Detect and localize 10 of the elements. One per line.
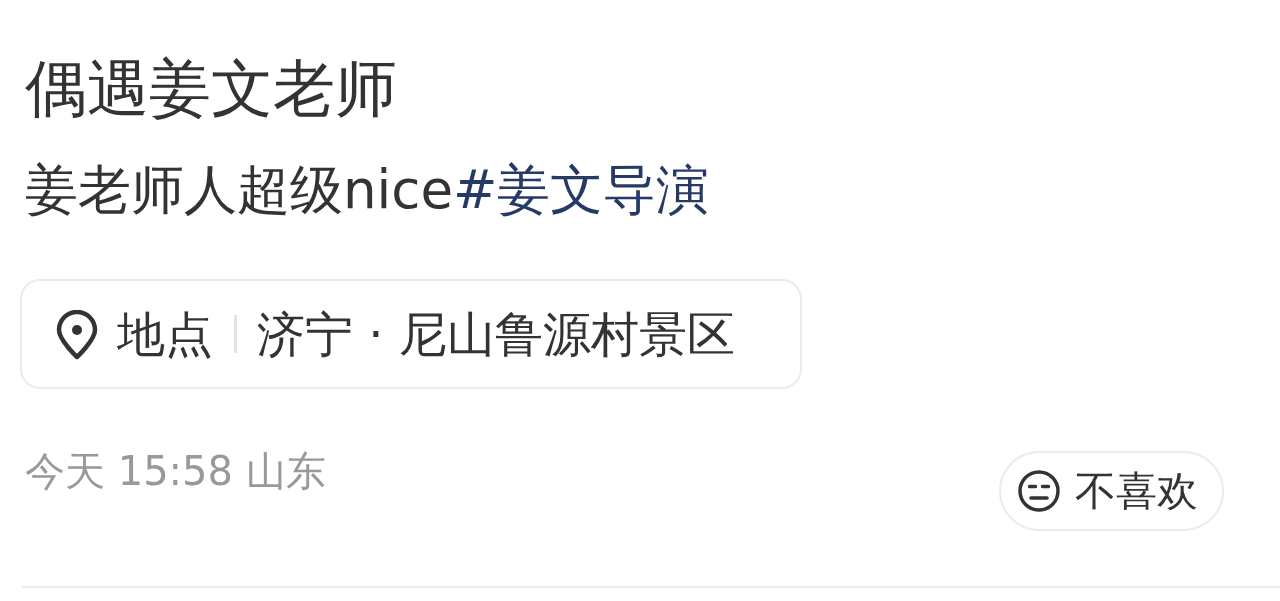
hashtag-link[interactable]: #姜文导演 — [453, 159, 710, 220]
location-name: 济宁 · 尼山鲁源村景区 — [257, 306, 735, 362]
dislike-button[interactable]: 不喜欢 — [999, 451, 1224, 531]
post-time: 今天 15:58 山东 — [25, 447, 326, 495]
post-title: 偶遇姜文老师 — [25, 52, 397, 126]
location-card[interactable]: 地点 济宁 · 尼山鲁源村景区 — [20, 279, 802, 389]
location-label: 地点 — [117, 306, 213, 362]
post-text: 姜老师人超级nice#姜文导演 — [25, 158, 710, 222]
location-pin-icon — [55, 310, 99, 360]
neutral-face-icon — [1017, 469, 1061, 513]
